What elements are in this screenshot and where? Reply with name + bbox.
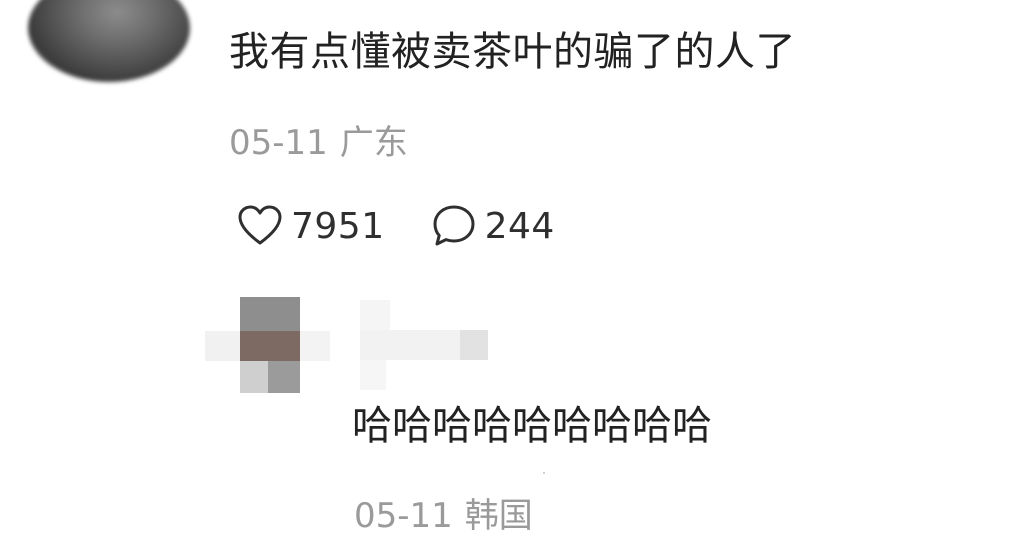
reply-count: 244 — [484, 205, 555, 247]
reply-meta: 05-11 韩国 — [354, 494, 533, 538]
reply-text: 哈哈哈哈哈哈哈哈哈 — [352, 403, 712, 449]
comment-actions: 7951 244 — [237, 202, 555, 250]
reply-button[interactable]: 244 — [431, 204, 555, 248]
reply-avatar[interactable] — [205, 297, 330, 393]
like-count: 7951 — [291, 205, 385, 247]
comment-meta: 05-11 广东 — [229, 121, 408, 165]
dust-speck — [543, 472, 545, 474]
reply-date: 05-11 — [354, 496, 453, 536]
commenter-avatar[interactable] — [28, 0, 190, 82]
comment-location: 广东 — [339, 123, 408, 163]
comment-date: 05-11 — [229, 123, 328, 163]
like-button[interactable]: 7951 — [237, 205, 385, 247]
speech-bubble-icon — [431, 204, 477, 248]
comment-text: 我有点懂被卖茶叶的骗了的人了 — [229, 29, 796, 75]
heart-icon — [237, 205, 283, 247]
reply-username[interactable] — [360, 300, 510, 390]
reply-location: 韩国 — [464, 496, 533, 536]
